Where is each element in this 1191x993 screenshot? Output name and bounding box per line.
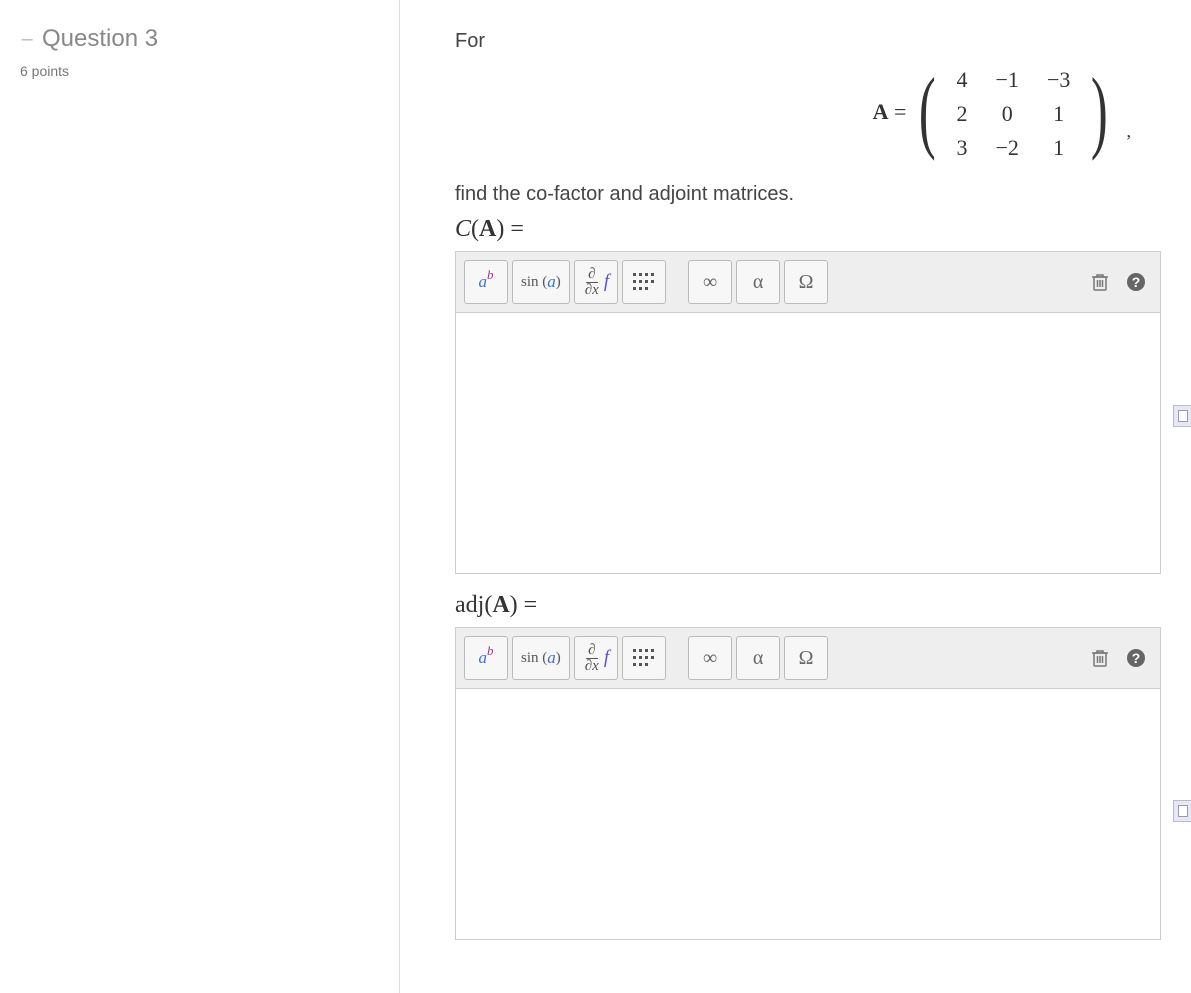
- trailing-comma: ,: [1127, 121, 1132, 141]
- question-sidebar: – Question 3 6 points: [0, 0, 400, 993]
- help-icon: ?: [1126, 272, 1146, 292]
- trash-icon: [1091, 272, 1109, 292]
- matrix-cell: 4: [943, 63, 982, 97]
- adjoint-editor: ab sin (a) ∂∂x f: [455, 627, 1161, 940]
- question-points: 6 points: [20, 63, 379, 79]
- matrix-row: 2 0 1: [943, 97, 1085, 131]
- cofactor-label: C(A) =: [455, 216, 1161, 243]
- document-icon: [1178, 805, 1188, 817]
- prompt-instruction: find the co-factor and adjoint matrices.: [455, 183, 1161, 206]
- label-adj-close: ) =: [510, 592, 538, 618]
- adjoint-input[interactable]: [456, 689, 1160, 939]
- infinity-button[interactable]: ∞: [688, 636, 732, 680]
- toolbar-partial-top: ∂: [586, 267, 597, 283]
- clear-button[interactable]: [1084, 638, 1116, 678]
- toolbar-sin: sin (: [521, 650, 547, 667]
- equals-sign: =: [888, 99, 911, 124]
- toolbar-sin-a: a: [547, 272, 556, 292]
- cofactor-editor: ab sin (a) ∂∂x f: [455, 251, 1161, 574]
- toolbar-b-sup: b: [487, 643, 494, 659]
- omega-button[interactable]: Ω: [784, 636, 828, 680]
- document-icon: [1178, 410, 1188, 422]
- toolbar-sin-close: ): [556, 650, 561, 667]
- matrix-lhs: A: [873, 99, 889, 124]
- toolbar-f: f: [604, 271, 609, 293]
- matrix-cell: −1: [982, 63, 1033, 97]
- cofactor-input[interactable]: [456, 313, 1160, 573]
- matrix-cell: 3: [943, 131, 982, 165]
- matrix-display: ( 4 −1 −3 2 0 1 3 −2 1: [912, 63, 1115, 165]
- trig-button[interactable]: sin (a): [512, 636, 570, 680]
- alpha-button[interactable]: α: [736, 636, 780, 680]
- question-content: For A = ( 4 −1 −3 2 0 1: [400, 0, 1191, 993]
- help-icon: ?: [1126, 648, 1146, 668]
- matrix-grid-icon: [633, 273, 655, 291]
- clear-button[interactable]: [1084, 262, 1116, 302]
- help-button[interactable]: ?: [1120, 262, 1152, 302]
- matrix-cell: 2: [943, 97, 982, 131]
- label-C: C: [455, 216, 471, 242]
- toolbar-a: a: [479, 648, 488, 668]
- infinity-button[interactable]: ∞: [688, 260, 732, 304]
- label-open-paren: (: [471, 216, 479, 242]
- matrix-cell: −3: [1033, 63, 1084, 97]
- label-close-eq: ) =: [496, 216, 524, 242]
- toolbar-b-sup: b: [487, 267, 494, 283]
- matrix-button[interactable]: [622, 636, 666, 680]
- toolbar-sin: sin (: [521, 274, 547, 291]
- omega-icon: Ω: [799, 271, 814, 294]
- matrix-cell: 1: [1033, 97, 1084, 131]
- matrix-grid-icon: [633, 649, 655, 667]
- side-tab-button[interactable]: [1173, 800, 1191, 822]
- toolbar-a: a: [479, 272, 488, 292]
- prompt-intro: For: [455, 30, 1161, 53]
- help-button[interactable]: ?: [1120, 638, 1152, 678]
- question-header[interactable]: – Question 3: [20, 25, 379, 53]
- trash-icon: [1091, 648, 1109, 668]
- label-adj: adj: [455, 592, 484, 618]
- matrix-button[interactable]: [622, 260, 666, 304]
- collapse-icon[interactable]: –: [20, 28, 34, 51]
- matrix-cell: 0: [982, 97, 1033, 131]
- infinity-icon: ∞: [703, 271, 717, 294]
- infinity-icon: ∞: [703, 647, 717, 670]
- toolbar-partial-bot: ∂x: [583, 283, 601, 298]
- editor-toolbar: ab sin (a) ∂∂x f: [456, 252, 1160, 313]
- matrix-row: 4 −1 −3: [943, 63, 1085, 97]
- alpha-button[interactable]: α: [736, 260, 780, 304]
- alpha-icon: α: [753, 271, 763, 294]
- adjoint-label: adj(A) =: [455, 592, 1161, 619]
- exponent-button[interactable]: ab: [464, 636, 508, 680]
- omega-button[interactable]: Ω: [784, 260, 828, 304]
- toolbar-f: f: [604, 647, 609, 669]
- matrix-equation: A = ( 4 −1 −3 2 0 1 3 −2: [455, 63, 1161, 165]
- label-adj-A: A: [492, 592, 509, 618]
- editor-toolbar: ab sin (a) ∂∂x f: [456, 628, 1160, 689]
- paren-left-icon: (: [919, 70, 936, 150]
- side-tab-button[interactable]: [1173, 405, 1191, 427]
- toolbar-partial-top: ∂: [586, 643, 597, 659]
- matrix-row: 3 −2 1: [943, 131, 1085, 165]
- toolbar-sin-close: ): [556, 274, 561, 291]
- matrix-cell: 1: [1033, 131, 1084, 165]
- alpha-icon: α: [753, 647, 763, 670]
- matrix-table: 4 −1 −3 2 0 1 3 −2 1: [943, 63, 1085, 165]
- svg-text:?: ?: [1132, 650, 1141, 666]
- trig-button[interactable]: sin (a): [512, 260, 570, 304]
- svg-text:?: ?: [1132, 274, 1141, 290]
- toolbar-sin-a: a: [547, 648, 556, 668]
- paren-right-icon: ): [1091, 70, 1108, 150]
- toolbar-partial-bot: ∂x: [583, 659, 601, 674]
- label-A: A: [479, 216, 496, 242]
- exponent-button[interactable]: ab: [464, 260, 508, 304]
- calculus-button[interactable]: ∂∂x f: [574, 260, 618, 304]
- omega-icon: Ω: [799, 647, 814, 670]
- matrix-cell: −2: [982, 131, 1033, 165]
- calculus-button[interactable]: ∂∂x f: [574, 636, 618, 680]
- question-title: Question 3: [42, 25, 158, 53]
